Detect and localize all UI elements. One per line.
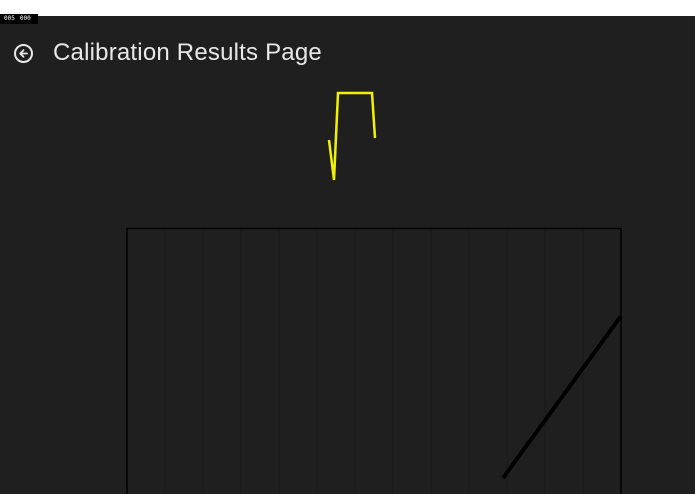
calibration-line [501, 314, 623, 480]
calibration-plot [126, 227, 623, 494]
plot-frame [126, 227, 622, 494]
